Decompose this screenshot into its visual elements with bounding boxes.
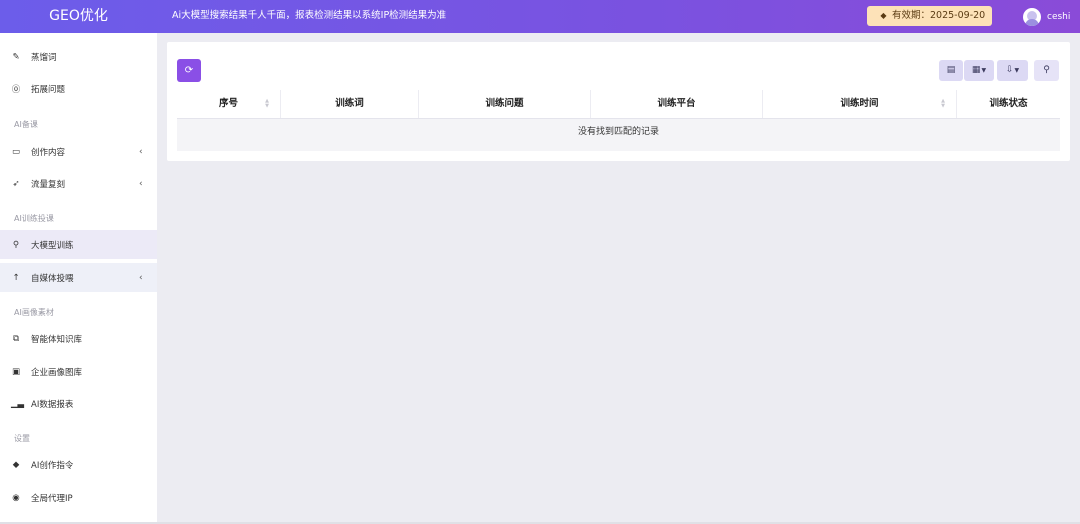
rocket-icon: ➶: [12, 178, 20, 189]
sidebar-item-label: AI数据报表: [31, 399, 74, 410]
sidebar-item-global-proxy[interactable]: ◉ 全局代理IP: [0, 483, 157, 512]
username[interactable]: ceshi: [1047, 12, 1070, 22]
table-header: 序号 ▲ ▼ 训练词 训练问题 训练平台 训练时间 ▲ ▼ 训练状态: [177, 90, 1060, 119]
sidebar-item-ai-reports[interactable]: ▁▃ AI数据报表: [0, 389, 157, 418]
chevron-left-icon: ‹: [139, 178, 143, 189]
search-icon: ⚲: [1043, 65, 1050, 75]
refresh-icon: ⟳: [184, 65, 194, 76]
sidebar-item-label: 企业画像图库: [31, 367, 83, 378]
question-circle-icon: ⓪: [11, 84, 21, 95]
section-title: AI训练投课: [14, 214, 54, 223]
sidebar-item-media-feed[interactable]: ↑ 自媒体投喂 ‹: [0, 263, 157, 292]
chevron-left-icon: ‹: [139, 146, 143, 157]
validity-label: 有效期：2025-09-20: [892, 10, 986, 21]
sidebar-item-model-training[interactable]: ⚲ 大模型训练: [0, 230, 157, 259]
column-header-training-question: 训练问题: [419, 90, 591, 118]
export-button[interactable]: ⇩▼: [997, 60, 1028, 81]
validity-badge: ◆ 有效期：2025-09-20: [867, 6, 992, 26]
data-table: 序号 ▲ ▼ 训练词 训练问题 训练平台 训练时间 ▲ ▼ 训练状态 没有找到匹配的…: [177, 90, 1060, 151]
image-icon: ▣: [11, 366, 21, 377]
sidebar-item-enterprise-gallery[interactable]: ▣ 企业画像图库: [0, 357, 157, 386]
folder-open-icon: ▭: [11, 146, 21, 157]
section-title: AI画像素材: [14, 308, 54, 317]
sort-icon: ▲ ▼: [265, 98, 269, 109]
column-header-training-time[interactable]: 训练时间 ▲ ▼: [763, 90, 957, 118]
sidebar-item-label: 创作内容: [31, 147, 66, 158]
search-icon: ⚲: [12, 239, 20, 250]
refresh-button[interactable]: ⟳: [177, 59, 201, 82]
tag-filled-icon: ◆: [12, 459, 20, 470]
sidebar-item-label: 全局代理IP: [31, 493, 73, 504]
list-toggle-icon: ▤: [946, 65, 956, 75]
caret-down-icon: ▼: [981, 67, 987, 74]
copy-icon: ⧉: [12, 333, 20, 344]
content-panel: ⟳ ▤ ▦▼ ⇩▼ ⚲ 序号 ▲ ▼ 训练词 训练问题 训练平台 训练时间 ▲ …: [167, 42, 1070, 161]
sidebar-item-label: 流量复刻: [31, 179, 66, 190]
section-title: AI备课: [14, 120, 38, 129]
sidebar-item-label: AI创作指令: [31, 460, 74, 471]
bar-chart-icon: ▁▃: [11, 398, 25, 409]
sidebar-item-label: 拓展问题: [31, 84, 66, 95]
sidebar-item-label: 大模型训练: [31, 240, 74, 251]
chrome-icon: ◉: [12, 492, 20, 503]
avatar[interactable]: [1023, 7, 1041, 26]
sidebar-item-distill-words[interactable]: ✎ 蒸馏词: [0, 42, 157, 71]
search-button[interactable]: ⚲: [1034, 60, 1059, 81]
sidebar-item-extend-questions[interactable]: ⓪ 拓展问题: [0, 74, 157, 103]
sidebar-item-create-content[interactable]: ▭ 创作内容 ‹: [0, 137, 157, 166]
section-title: 设置: [14, 434, 30, 443]
tag-icon: ✎: [12, 51, 20, 62]
sidebar-item-traffic-replica[interactable]: ➶ 流量复刻 ‹: [0, 169, 157, 198]
sidebar-item-agent-knowledge[interactable]: ⧉ 智能体知识库: [0, 324, 157, 353]
app-logo[interactable]: GEO优化: [0, 0, 157, 33]
columns-button[interactable]: ▦▼: [964, 60, 994, 81]
sidebar-item-ai-prompts[interactable]: ◆ AI创作指令: [0, 450, 157, 479]
sidebar: ✎ 蒸馏词 ⓪ 拓展问题 AI备课 ▭ 创作内容 ‹ ➶ 流量复刻 ‹ AI训练…: [0, 33, 157, 524]
column-header-training-platform: 训练平台: [591, 90, 763, 118]
diamond-icon: ◆: [880, 11, 887, 20]
sidebar-item-label: 自媒体投喂: [31, 273, 74, 284]
top-bar: GEO优化 Ai大模型搜索结果千人千面，报表检测结果以系统IP检测结果为准 ◆ 有…: [0, 0, 1080, 33]
export-icon: ⇩: [1005, 65, 1014, 75]
caret-down-icon: ▼: [1014, 67, 1020, 74]
empty-table-message: 没有找到匹配的记录: [177, 119, 1060, 151]
column-header-training-word: 训练词: [281, 90, 419, 118]
sidebar-item-label: 蒸馏词: [31, 52, 57, 63]
toggle-view-button[interactable]: ▤: [939, 60, 963, 81]
user-menu[interactable]: ceshi: [1023, 7, 1070, 26]
sidebar-item-label: 智能体知识库: [31, 334, 83, 345]
columns-grid-icon: ▦: [971, 65, 981, 75]
chevron-left-icon: ‹: [139, 272, 143, 283]
arrow-up-icon: ↑: [12, 272, 20, 283]
column-header-training-status: 训练状态: [989, 98, 1028, 109]
notice-text: Ai大模型搜索结果千人千面，报表检测结果以系统IP检测结果为准: [172, 10, 447, 21]
column-header-index[interactable]: 序号 ▲ ▼: [177, 90, 281, 118]
sort-icon: ▲ ▼: [941, 98, 945, 109]
